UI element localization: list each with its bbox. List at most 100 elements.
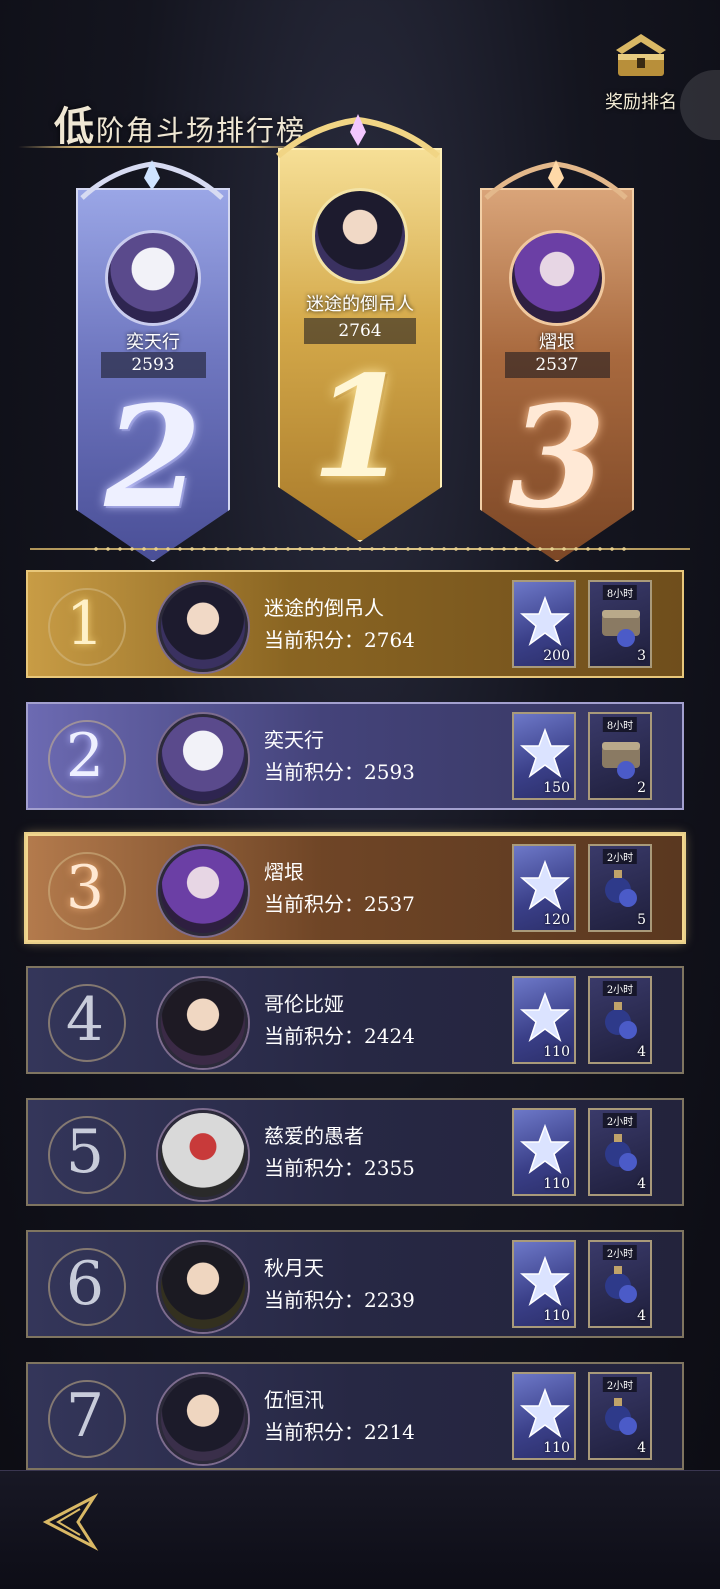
rank-number: 3: [65, 853, 105, 923]
reward-exp-chest[interactable]: 2小时 4: [588, 1108, 652, 1196]
avatar[interactable]: [158, 582, 248, 672]
ranking-row[interactable]: 7 伍恒汛 当前积分：2214 110 2小时 4: [26, 1362, 684, 1470]
podium-banner-first[interactable]: 迷途的倒吊人 2764 1: [278, 148, 442, 542]
exp-potion-icon: [605, 1002, 637, 1039]
exp-potion-icon: [605, 1398, 637, 1435]
player-name: 慈爱的愚者: [264, 1124, 364, 1148]
exp-chest-icon: [602, 610, 640, 647]
rank-number: 6: [65, 1249, 105, 1319]
reward-crystal[interactable]: 110: [512, 1372, 576, 1460]
reward-rank-button[interactable]: 奖励排名: [598, 30, 684, 114]
ranking-row-current-player[interactable]: 3 熠垠 当前积分：2537 120 2小时 5: [26, 834, 684, 942]
player-name: 哥伦比娅: [264, 992, 344, 1016]
reward-crystal[interactable]: 200: [512, 580, 576, 668]
podium-score: 2764: [304, 318, 416, 344]
avatar[interactable]: [158, 846, 248, 936]
page-title-first-char: 低: [54, 103, 96, 150]
reward-exp-chest[interactable]: 2小时 5: [588, 844, 652, 932]
podium-name: 迷途的倒吊人: [306, 294, 414, 315]
star-crystal-icon: [520, 1124, 570, 1174]
ranking-row[interactable]: 1 迷途的倒吊人 当前积分：2764 200 8小时 3: [26, 570, 684, 678]
podium-banner-second[interactable]: 奕天行 2593 2: [76, 188, 230, 562]
exp-chest-icon: [602, 742, 640, 779]
score-line: 当前积分：2239: [264, 1284, 415, 1313]
score-line: 当前积分：2214: [264, 1416, 415, 1445]
reward-exp-chest[interactable]: 2小时 4: [588, 1240, 652, 1328]
star-crystal-icon: [520, 1256, 570, 1306]
bottom-bar: [0, 1470, 720, 1589]
title-underline: [18, 146, 310, 148]
avatar[interactable]: [158, 1242, 248, 1332]
exp-potion-icon: [605, 1266, 637, 1303]
back-arrow-icon[interactable]: [34, 1491, 104, 1553]
bronze-crown-icon: [484, 160, 628, 200]
podium-name: 奕天行: [126, 332, 180, 353]
reward-crystal[interactable]: 150: [512, 712, 576, 800]
reward-exp-chest[interactable]: 8小时 3: [588, 580, 652, 668]
exp-potion-icon: [605, 870, 637, 907]
score-label: 当前积分：: [264, 1288, 364, 1312]
reward-quantity: 120: [543, 912, 570, 928]
player-name: 秋月天: [264, 1256, 324, 1280]
score-line: 当前积分：2424: [264, 1020, 415, 1049]
avatar: [509, 230, 605, 326]
star-crystal-icon: [520, 860, 570, 910]
score-label: 当前积分：: [264, 1420, 364, 1444]
podium-place-number: 1: [311, 346, 409, 510]
avatar[interactable]: [158, 978, 248, 1068]
avatar[interactable]: [158, 714, 248, 804]
score-value: 2214: [364, 1420, 415, 1444]
ranking-row[interactable]: 6 秋月天 当前积分：2239 110 2小时 4: [26, 1230, 684, 1338]
avatar[interactable]: [158, 1110, 248, 1200]
section-divider: [30, 547, 690, 551]
rank-number: 7: [65, 1381, 105, 1451]
reward-quantity: 5: [637, 912, 646, 928]
gold-crown-icon: [276, 114, 440, 158]
reward-quantity: 110: [543, 1044, 570, 1060]
player-name: 迷途的倒吊人: [264, 596, 384, 620]
treasure-chest-icon: [616, 34, 666, 76]
star-crystal-icon: [520, 992, 570, 1042]
reward-crystal[interactable]: 120: [512, 844, 576, 932]
avatar[interactable]: [158, 1374, 248, 1464]
score-value: 2355: [364, 1156, 415, 1180]
silver-crown-icon: [80, 160, 224, 200]
podium-score: 2593: [100, 352, 206, 378]
score-line: 当前积分：2593: [264, 756, 415, 785]
score-line: 当前积分：2355: [264, 1152, 415, 1181]
score-label: 当前积分：: [264, 628, 364, 652]
reward-exp-chest[interactable]: 2小时 4: [588, 1372, 652, 1460]
avatar: [312, 188, 408, 284]
reward-exp-chest[interactable]: 8小时 2: [588, 712, 652, 800]
score-label: 当前积分：: [264, 1156, 364, 1180]
podium-place-number: 3: [508, 376, 606, 540]
podium-name: 熠垠: [539, 332, 575, 353]
reward-quantity: 4: [637, 1440, 646, 1456]
reward-crystal[interactable]: 110: [512, 1240, 576, 1328]
reward-quantity: 110: [543, 1308, 570, 1324]
reward-rank-label: 奖励排名: [605, 92, 677, 113]
reward-crystal[interactable]: 110: [512, 976, 576, 1064]
score-label: 当前积分：: [264, 760, 364, 784]
reward-quantity: 3: [637, 648, 646, 664]
reward-exp-chest[interactable]: 2小时 4: [588, 976, 652, 1064]
score-value: 2764: [364, 628, 415, 652]
ranking-row[interactable]: 5 慈爱的愚者 当前积分：2355 110 2小时 4: [26, 1098, 684, 1206]
score-value: 2593: [364, 760, 415, 784]
score-label: 当前积分：: [264, 892, 364, 916]
reward-quantity: 110: [543, 1440, 570, 1456]
score-value: 2239: [364, 1288, 415, 1312]
rank-number: 4: [65, 985, 105, 1055]
ranking-row[interactable]: 4 哥伦比娅 当前积分：2424 110 2小时 4: [26, 966, 684, 1074]
star-crystal-icon: [520, 596, 570, 646]
floating-widget[interactable]: [680, 70, 720, 140]
podium-banner-third[interactable]: 熠垠 2537 3: [480, 188, 634, 562]
ranking-row[interactable]: 2 奕天行 当前积分：2593 150 8小时 2: [26, 702, 684, 810]
rank-number: 5: [65, 1117, 105, 1187]
avatar: [105, 230, 201, 326]
reward-quantity: 4: [637, 1176, 646, 1192]
podium-score: 2537: [504, 352, 610, 378]
arena-ranking-screen: 低阶角斗场排行榜 奖励排名 奕天行 2593 2 迷途的倒吊人 2764 1 熠: [0, 0, 720, 1589]
reward-quantity: 4: [637, 1308, 646, 1324]
reward-crystal[interactable]: 110: [512, 1108, 576, 1196]
